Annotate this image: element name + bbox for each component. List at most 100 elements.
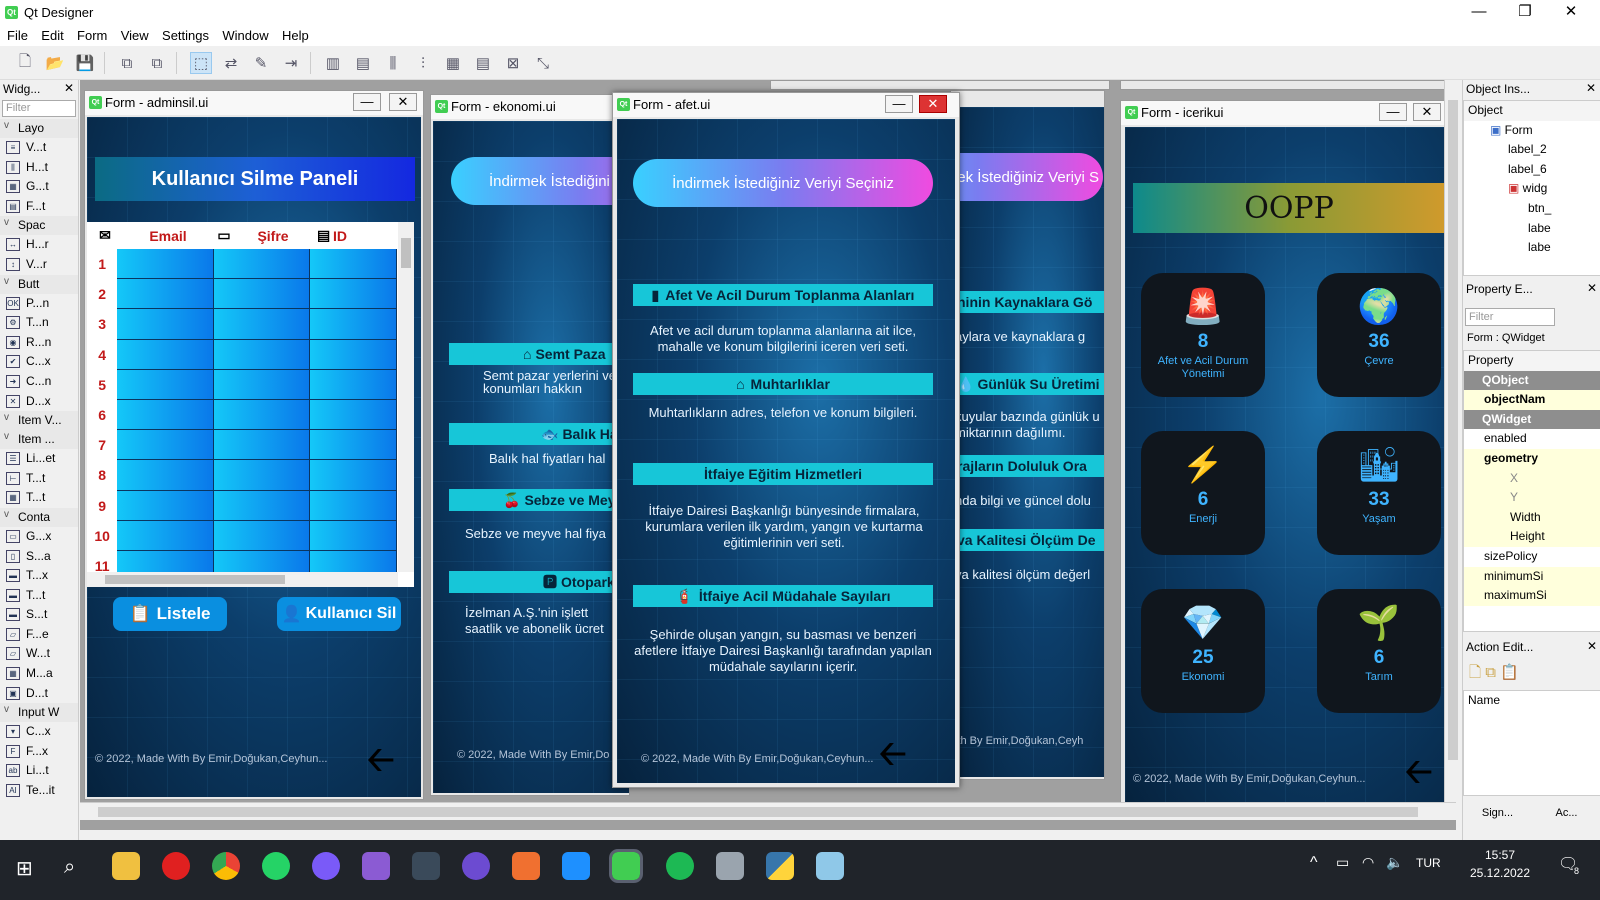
table-cell[interactable] (213, 460, 311, 491)
tree-item[interactable]: label_6 (1464, 160, 1600, 180)
table-cell[interactable] (117, 339, 214, 370)
save-icon[interactable]: 💾 (74, 52, 96, 74)
category-item-views[interactable]: Item V... (0, 411, 78, 431)
table-row[interactable]: 10 (87, 520, 397, 551)
widget-item[interactable]: ▯ S...a (0, 547, 78, 567)
close-icon[interactable]: ✕ (1587, 639, 1597, 653)
widget-item[interactable]: ▦ M...a (0, 664, 78, 684)
opera-icon[interactable] (162, 852, 190, 880)
table-cell[interactable] (117, 430, 214, 461)
new-action-icon[interactable]: 🗋 (1469, 664, 1481, 681)
menu-file[interactable]: File (2, 26, 33, 45)
open-folder-icon[interactable]: 📂 (44, 52, 66, 74)
widget-item[interactable]: ✕ D...x (0, 392, 78, 412)
table-cell[interactable] (117, 460, 214, 491)
table-row[interactable]: 4 (87, 339, 397, 370)
table-cell[interactable] (310, 309, 397, 340)
table-cell[interactable] (117, 490, 214, 521)
section-baraj[interactable]: rajların Doluluk Ora (953, 455, 1104, 477)
property-row[interactable]: X (1464, 468, 1600, 489)
widget-item[interactable]: ▬ T...x (0, 566, 78, 586)
section-itfaiye-mudahale[interactable]: 🧯 İtfaiye Acil Müdahale Sayıları (633, 585, 933, 607)
table-cell[interactable] (213, 339, 311, 370)
widget-item[interactable]: ▱ F...e (0, 625, 78, 645)
close-icon[interactable]: ✕ (64, 81, 74, 95)
widget-item[interactable]: ▱ W...t (0, 644, 78, 664)
table-row[interactable]: 6 (87, 399, 397, 431)
property-category[interactable]: QWidget (1464, 409, 1600, 430)
property-row[interactable]: enabled (1464, 429, 1600, 449)
table-cell[interactable] (310, 520, 397, 551)
minimize-icon[interactable]: — (885, 95, 913, 113)
database-icon[interactable] (716, 852, 744, 880)
close-icon[interactable]: ✕ (389, 93, 417, 111)
break-layout-icon[interactable]: ⊠ (502, 52, 524, 74)
table-cell[interactable] (310, 279, 397, 310)
widget-item[interactable]: AI Te...it (0, 781, 78, 801)
maximize-button[interactable]: ❐ (1502, 0, 1548, 26)
close-icon[interactable]: ✕ (919, 95, 947, 113)
table-cell[interactable] (310, 249, 397, 280)
category-spacers[interactable]: Spac (0, 216, 78, 236)
category-input-widgets[interactable]: Input W (0, 703, 78, 723)
qt-designer-taskbar-icon[interactable] (609, 849, 643, 883)
adjust-size-icon[interactable]: ⤡ (532, 52, 554, 74)
close-button[interactable]: ✕ (1548, 0, 1594, 26)
discord-icon[interactable] (312, 852, 340, 880)
minimize-icon[interactable]: — (1379, 103, 1407, 121)
section-balik-hal[interactable]: 🐟 Balık Hal (449, 423, 629, 445)
app-icon[interactable] (816, 852, 844, 880)
edit-signals-icon[interactable]: ⇄ (220, 52, 242, 74)
back-arrow-icon[interactable]: 🡠 (879, 737, 907, 771)
widget-item[interactable]: F F...x (0, 742, 78, 762)
layout-vertical-icon[interactable]: ▤ (352, 52, 374, 74)
property-row[interactable]: Width (1464, 507, 1600, 528)
property-filter-input[interactable]: Filter (1465, 308, 1555, 326)
table-row[interactable]: 7 (87, 430, 397, 461)
search-icon[interactable]: ⌕ (64, 856, 75, 879)
table-cell[interactable] (213, 309, 311, 340)
table-cell[interactable] (213, 399, 311, 431)
widget-item[interactable]: ▾ C...x (0, 722, 78, 742)
paste-action-icon[interactable]: 📋 (1500, 664, 1519, 681)
widget-item[interactable]: ▦ G...t (0, 177, 78, 197)
widget-filter-input[interactable]: Filter (2, 100, 76, 117)
file-explorer-icon[interactable] (112, 852, 140, 880)
unity-icon[interactable] (412, 852, 440, 880)
tree-item[interactable]: ▣ widg (1464, 179, 1600, 199)
property-table[interactable]: Property QObject objectNam QWidget enabl… (1463, 350, 1600, 632)
section-hava-kalitesi[interactable]: va Kalitesi Ölçüm De (953, 529, 1104, 551)
copy-icon[interactable]: ⧉ (116, 52, 138, 74)
table-cell[interactable] (117, 399, 214, 431)
menu-edit[interactable]: Edit (36, 26, 68, 45)
property-row[interactable]: Y (1464, 488, 1600, 508)
table-cell[interactable] (310, 369, 397, 400)
table-cell[interactable] (310, 490, 397, 521)
table-cell[interactable] (117, 520, 214, 551)
section-itfaiye-egitim[interactable]: İtfaiye Eğitim Hizmetleri (633, 463, 933, 485)
table-cell[interactable] (117, 279, 214, 310)
widget-item[interactable]: ≡ V...t (0, 138, 78, 158)
menu-form[interactable]: Form (72, 26, 112, 45)
visual-studio-icon[interactable] (362, 852, 390, 880)
property-row[interactable]: Height (1464, 527, 1600, 547)
section-gunluk-su[interactable]: 💧 Günlük Su Üretimi (953, 373, 1104, 395)
category-tile-tarim[interactable]: 🌱 6 Tarım (1317, 589, 1441, 713)
edit-tab-order-icon[interactable]: ⇥ (280, 52, 302, 74)
category-layouts[interactable]: Layo (0, 119, 78, 138)
back-arrow-icon[interactable]: 🡠 (367, 743, 395, 777)
property-row[interactable]: sizePolicy (1464, 547, 1600, 567)
volume-icon[interactable]: 🔈 (1386, 854, 1403, 871)
mdi-horizontal-scrollbar[interactable] (80, 802, 1456, 820)
property-row[interactable]: objectNam (1464, 390, 1600, 410)
table-row[interactable]: 5 (87, 369, 397, 400)
delete-user-button[interactable]: 👤 Kullanıcı Sil (277, 597, 401, 631)
copy-action-icon[interactable]: ⧉ (1485, 664, 1496, 681)
layout-h-splitter-icon[interactable]: ⫼ (382, 52, 404, 74)
widget-item[interactable]: ab Li...t (0, 761, 78, 781)
menu-help[interactable]: Help (277, 26, 314, 45)
back-arrow-icon[interactable]: 🡠 (1405, 755, 1433, 789)
category-buttons[interactable]: Butt (0, 274, 78, 294)
widget-item[interactable]: ▬ T...t (0, 586, 78, 606)
app-icon[interactable] (512, 852, 540, 880)
